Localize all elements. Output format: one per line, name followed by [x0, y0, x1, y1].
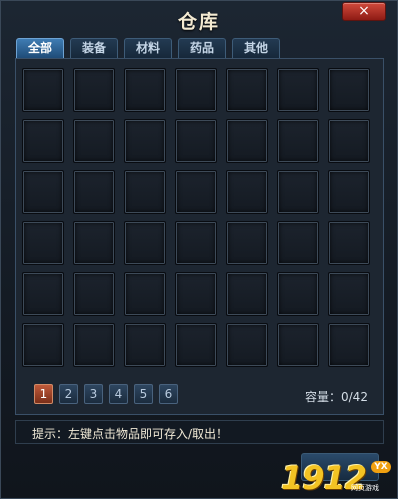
tab-equipment[interactable]: 装备: [70, 38, 118, 58]
logo-badge: YX: [371, 461, 391, 473]
inventory-slot[interactable]: [124, 221, 166, 265]
inventory-slot[interactable]: [226, 272, 268, 316]
page-button-6[interactable]: 6: [159, 384, 178, 404]
inventory-slot[interactable]: [277, 170, 319, 214]
inventory-slot[interactable]: [226, 221, 268, 265]
close-icon: ×: [358, 3, 370, 19]
close-button[interactable]: ×: [342, 2, 386, 21]
inventory-slot[interactable]: [175, 221, 217, 265]
inventory-slot[interactable]: [277, 119, 319, 163]
inventory-slot[interactable]: [124, 323, 166, 367]
inventory-slot[interactable]: [22, 221, 64, 265]
inventory-slot[interactable]: [175, 323, 217, 367]
page-button-2[interactable]: 2: [59, 384, 78, 404]
inventory-slot[interactable]: [277, 323, 319, 367]
page-button-3[interactable]: 3: [84, 384, 103, 404]
warehouse-window: 仓库 × 全部 装备 材料 药品 其他 1 2 3 4 5 6 容量：0/42 …: [0, 0, 398, 499]
inventory-slot[interactable]: [124, 119, 166, 163]
inventory-slot[interactable]: [277, 272, 319, 316]
inventory-slot[interactable]: [73, 221, 115, 265]
inventory-slot[interactable]: [22, 272, 64, 316]
logo-subtitle: 网页游戏: [351, 484, 379, 492]
inventory-slot[interactable]: [328, 272, 370, 316]
tab-materials[interactable]: 材料: [124, 38, 172, 58]
inventory-slot[interactable]: [124, 272, 166, 316]
inventory-slot[interactable]: [328, 221, 370, 265]
inventory-slot[interactable]: [226, 119, 268, 163]
inventory-slot[interactable]: [175, 170, 217, 214]
tab-all[interactable]: 全部: [16, 38, 64, 58]
inventory-slot[interactable]: [73, 68, 115, 112]
inventory-slot[interactable]: [22, 68, 64, 112]
inventory-slot[interactable]: [328, 323, 370, 367]
inventory-slot[interactable]: [22, 323, 64, 367]
tab-other[interactable]: 其他: [232, 38, 280, 58]
site-logo: 1912 YX 网页游戏: [281, 457, 391, 497]
inventory-slot[interactable]: [226, 68, 268, 112]
hint-bar: 提示：左键点击物品即可存入/取出！: [15, 420, 384, 444]
inventory-slot[interactable]: [22, 119, 64, 163]
inventory-slot[interactable]: [226, 323, 268, 367]
inventory-slot[interactable]: [328, 119, 370, 163]
inventory-slot[interactable]: [328, 170, 370, 214]
inventory-slot[interactable]: [175, 68, 217, 112]
inventory-slot[interactable]: [73, 119, 115, 163]
hint-text: 提示：左键点击物品即可存入/取出！: [32, 427, 229, 441]
inventory-slot[interactable]: [73, 323, 115, 367]
inventory-slot[interactable]: [226, 170, 268, 214]
inventory-slot[interactable]: [124, 170, 166, 214]
capacity-label: 容量：0/42: [305, 390, 368, 404]
inventory-slot[interactable]: [124, 68, 166, 112]
page-button-5[interactable]: 5: [134, 384, 153, 404]
inventory-slot[interactable]: [73, 272, 115, 316]
page-button-1[interactable]: 1: [34, 384, 53, 404]
tab-potions[interactable]: 药品: [178, 38, 226, 58]
inventory-slot[interactable]: [175, 272, 217, 316]
page-button-4[interactable]: 4: [109, 384, 128, 404]
window-title: 仓库: [177, 11, 220, 33]
inventory-slot[interactable]: [22, 170, 64, 214]
storage-panel: 1 2 3 4 5 6 容量：0/42: [15, 58, 384, 415]
inventory-slot[interactable]: [277, 221, 319, 265]
inventory-slot[interactable]: [175, 119, 217, 163]
inventory-slot[interactable]: [277, 68, 319, 112]
inventory-slot[interactable]: [73, 170, 115, 214]
inventory-slot[interactable]: [328, 68, 370, 112]
